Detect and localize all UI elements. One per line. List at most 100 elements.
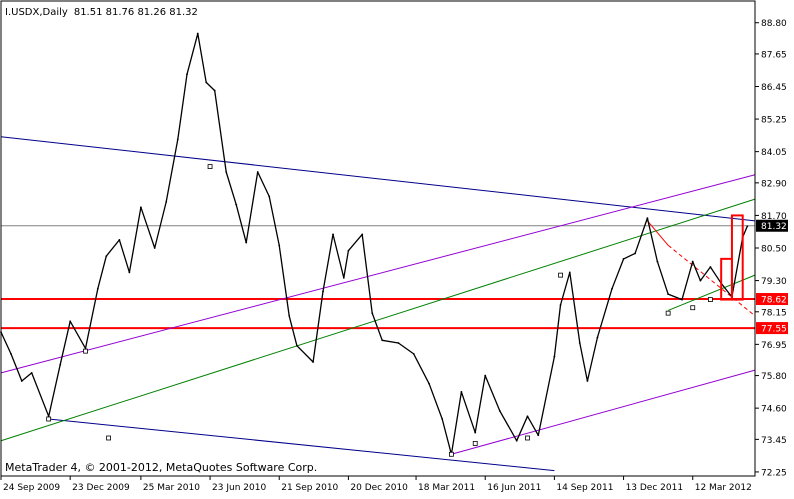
price-point-22 xyxy=(245,241,248,244)
price-point-61 xyxy=(691,260,694,263)
marker-6 xyxy=(525,435,530,441)
price-point-26 xyxy=(288,314,291,317)
marker-2 xyxy=(207,164,213,169)
price-point-49 xyxy=(559,304,562,306)
price-point-29 xyxy=(322,290,324,293)
chart-header: I.USDX,Daily 81.51 81.76 81.26 81.32 xyxy=(5,7,198,18)
price-point-44 xyxy=(498,409,501,412)
price-point-28 xyxy=(312,361,314,363)
price-point-6 xyxy=(69,320,72,323)
price-label-support_high: 78.62 xyxy=(761,296,787,306)
price-point-1 xyxy=(10,352,12,355)
price-point-11 xyxy=(128,271,131,274)
price-point-12 xyxy=(139,206,142,209)
x-tick-label-1: 23 Dec 2009 xyxy=(72,483,130,493)
price-point-23 xyxy=(256,171,259,173)
symbol-label: I.USDX,Daily xyxy=(5,7,68,18)
y-tick-label-88.80: 88.80 xyxy=(761,19,787,29)
y-tick-label-87.65: 87.65 xyxy=(761,50,787,60)
marker-11 xyxy=(83,348,88,354)
price-point-46 xyxy=(526,415,529,418)
price-point-21 xyxy=(235,203,238,206)
price-point-55 xyxy=(622,257,625,260)
marker-9 xyxy=(690,305,696,311)
price-point-63 xyxy=(709,266,712,268)
price-point-53 xyxy=(596,336,599,339)
price-point-14 xyxy=(165,200,168,203)
x-tick-label-10: 12 Mar 2012 xyxy=(695,483,752,493)
price-point-27 xyxy=(296,344,298,347)
price-point-8 xyxy=(96,287,99,290)
y-tick-label-73.45: 73.45 xyxy=(761,436,787,446)
price-point-43 xyxy=(484,374,487,377)
y-tick-label-79.30: 79.30 xyxy=(761,277,787,287)
price-point-3 xyxy=(30,371,33,374)
price-point-25 xyxy=(278,244,281,247)
price-point-67 xyxy=(746,225,749,228)
price-point-59 xyxy=(667,293,670,296)
y-tick-label-86.45: 86.45 xyxy=(761,83,787,93)
x-tick-label-9: 13 Dec 2011 xyxy=(626,483,684,493)
price-point-47 xyxy=(537,434,540,437)
price-point-37 xyxy=(412,352,415,355)
price-point-36 xyxy=(397,342,400,344)
price-point-31 xyxy=(342,276,345,279)
price-point-2 xyxy=(20,380,23,382)
price-point-33 xyxy=(361,233,364,236)
y-tick-label-78.15: 78.15 xyxy=(761,308,787,318)
marker-1 xyxy=(46,416,52,422)
price-point-45 xyxy=(515,439,518,442)
x-tick-label-0: 24 Sep 2009 xyxy=(3,483,60,493)
y-tick-label-76.95: 76.95 xyxy=(761,341,787,351)
price-point-39 xyxy=(441,418,444,420)
price-point-56 xyxy=(634,252,636,255)
price-point-5 xyxy=(59,363,62,366)
price-point-42 xyxy=(474,431,477,434)
price-point-10 xyxy=(118,238,121,241)
price-label-support_low: 77.55 xyxy=(761,325,787,335)
y-tick-label-75.80: 75.80 xyxy=(761,372,787,382)
price-point-35 xyxy=(381,339,384,342)
y-tick-label-74.60: 74.60 xyxy=(761,405,787,415)
price-point-51 xyxy=(578,342,581,344)
marker-3 xyxy=(106,435,112,441)
price-point-41 xyxy=(460,390,463,393)
price-point-30 xyxy=(332,233,334,236)
marker-4 xyxy=(449,451,454,457)
chart-background xyxy=(0,0,794,494)
price-point-15 xyxy=(176,138,179,141)
y-tick-label-85.25: 85.25 xyxy=(761,116,787,126)
y-tick-label-72.25: 72.25 xyxy=(761,468,787,478)
price-point-24 xyxy=(268,195,271,198)
x-tick-label-6: 18 Mar 2011 xyxy=(418,483,475,493)
marker-10 xyxy=(708,297,713,302)
ohlc-label: 81.51 81.76 81.26 81.32 xyxy=(74,7,198,18)
price-point-9 xyxy=(105,255,108,258)
price-point-32 xyxy=(347,249,350,252)
marker-8 xyxy=(665,310,671,316)
x-tick-label-5: 20 Dec 2010 xyxy=(350,483,408,493)
price-point-52 xyxy=(586,380,589,382)
x-tick-label-3: 23 Jun 2010 xyxy=(212,483,266,493)
y-tick-label-82.90: 82.90 xyxy=(761,179,787,189)
x-tick-label-4: 21 Sep 2010 xyxy=(281,483,338,493)
copyright-label: MetaTrader 4, © 2001-2012, MetaQuotes So… xyxy=(5,461,317,474)
y-tick-label-80.50: 80.50 xyxy=(761,245,787,255)
x-tick-label-8: 14 Sep 2011 xyxy=(556,483,613,493)
price-label-current: 81.32 xyxy=(761,222,787,232)
price-point-50 xyxy=(568,271,571,274)
x-tick-label-2: 25 Mar 2010 xyxy=(143,483,200,493)
price-point-20 xyxy=(225,171,228,173)
price-point-54 xyxy=(611,287,613,290)
price-point-60 xyxy=(681,298,683,301)
price-point-18 xyxy=(205,81,208,84)
price-point-57 xyxy=(646,217,649,220)
price-point-58 xyxy=(656,260,659,263)
price-chart-svg: 88.8087.6586.4585.2584.0582.9081.7080.50… xyxy=(0,0,794,494)
price-point-38 xyxy=(428,382,431,385)
x-tick-label-7: 16 Jun 2011 xyxy=(487,483,541,493)
y-tick-label-84.05: 84.05 xyxy=(761,148,787,158)
price-point-34 xyxy=(371,312,374,315)
price-point-17 xyxy=(196,32,199,35)
price-point-13 xyxy=(153,247,156,249)
